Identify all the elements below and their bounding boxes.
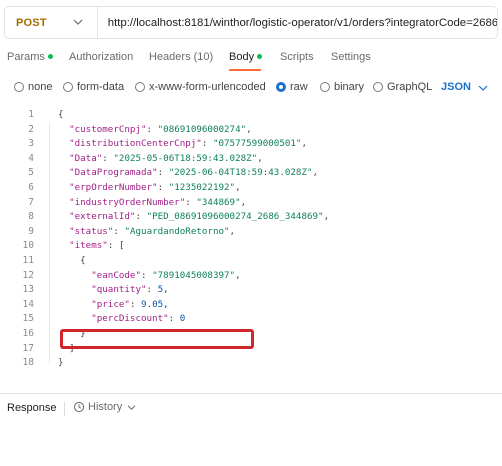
line-number: 11: [22, 254, 34, 266]
radio-form-data[interactable]: [63, 82, 73, 92]
line-number: 3: [28, 138, 34, 150]
line-number: 18: [22, 357, 34, 369]
radio-raw[interactable]: [276, 82, 286, 92]
body-option-raw[interactable]: raw: [276, 81, 308, 93]
body-option-graphql-label: GraphQL: [387, 81, 433, 93]
line-number: 8: [28, 211, 34, 223]
body-option-graphql[interactable]: GraphQL: [373, 81, 432, 93]
line-number: 14: [22, 298, 34, 310]
body-option-urlencoded[interactable]: x-www-form-urlencoded: [135, 81, 266, 93]
code-line[interactable]: "industryOrderNumber": "344869",: [58, 196, 498, 211]
body-option-binary[interactable]: binary: [320, 81, 364, 93]
history-label: History: [88, 401, 123, 413]
request-bar: POST http://localhost:8181/winthor/logis…: [4, 6, 498, 39]
format-select[interactable]: JSON: [441, 81, 471, 93]
request-tabs: Params Authorization Headers (10) Body S…: [0, 48, 502, 71]
body-option-none-label: none: [28, 81, 53, 93]
tab-headers[interactable]: Headers (10): [149, 51, 213, 63]
chevron-down-icon: [127, 404, 136, 410]
code-line[interactable]: "status": "AguardandoRetorno",: [58, 225, 498, 240]
tab-authorization-label: Authorization: [69, 51, 134, 63]
code-line[interactable]: "distributionCenterCnpj": "0757759900050…: [58, 137, 498, 152]
body-option-raw-label: raw: [290, 81, 308, 93]
tab-params-label: Params: [7, 51, 45, 63]
line-number: 6: [28, 181, 34, 193]
code-line[interactable]: "price": 9.05,: [58, 298, 498, 313]
response-bar: Response History: [0, 398, 502, 420]
radio-graphql[interactable]: [373, 82, 383, 92]
line-number: 13: [22, 284, 34, 296]
tab-headers-count: (10): [193, 51, 214, 63]
panel-divider: [0, 393, 502, 394]
tab-settings[interactable]: Settings: [331, 51, 371, 63]
line-number: 1: [28, 109, 34, 120]
method-label: POST: [16, 16, 47, 29]
body-option-binary-label: binary: [334, 81, 364, 93]
line-number-gutter: 1 2 3 4 5 6 7 8 9 10 11 12 13 14 15 16 17 18: [0, 108, 36, 371]
params-indicator-dot: [47, 53, 53, 59]
body-option-urlencoded-label: x-www-form-urlencoded: [149, 81, 266, 93]
code-line[interactable]: {: [58, 254, 498, 269]
line-number: 12: [22, 269, 34, 281]
code-line[interactable]: "percDiscount": 0: [58, 312, 498, 327]
tab-scripts-label: Scripts: [280, 51, 314, 63]
radio-binary[interactable]: [320, 82, 330, 92]
fold-guide: [49, 123, 50, 363]
line-number: 7: [28, 196, 34, 208]
code-line[interactable]: "Data": "2025-05-06T18:59:43.028Z",: [58, 152, 498, 167]
tab-authorization[interactable]: Authorization: [69, 51, 133, 63]
line-number: 5: [28, 167, 34, 179]
history-button[interactable]: History: [73, 401, 139, 413]
body-option-form-data[interactable]: form-data: [63, 81, 124, 93]
response-separator: [64, 402, 65, 416]
line-number: 15: [22, 313, 34, 325]
tab-body[interactable]: Body: [229, 51, 263, 63]
line-number: 9: [28, 225, 34, 237]
tab-params[interactable]: Params: [7, 51, 53, 63]
tab-body-label: Body: [229, 51, 255, 63]
tab-settings-label: Settings: [331, 51, 371, 63]
highlight-annotation: [60, 329, 254, 349]
chevron-down-icon[interactable]: [478, 84, 488, 92]
line-number: 16: [22, 327, 34, 339]
tab-scripts[interactable]: Scripts: [280, 51, 314, 63]
body-indicator-dot: [257, 53, 263, 59]
body-type-options: none form-data x-www-form-urlencoded raw…: [0, 78, 502, 98]
line-number: 2: [28, 123, 34, 135]
line-number: 10: [22, 240, 34, 252]
body-option-form-data-label: form-data: [77, 81, 125, 93]
body-option-none[interactable]: none: [14, 81, 52, 93]
code-line[interactable]: {: [58, 108, 498, 123]
tab-headers-label: Headers: [149, 51, 191, 63]
code-line[interactable]: "customerCnpj": "08691096000274",: [58, 123, 498, 138]
code-editor[interactable]: 1 2 3 4 5 6 7 8 9 10 11 12 13 14 15 16 17 18 { "customerC…: [0, 108, 502, 378]
response-title: Response: [7, 402, 57, 414]
method-select[interactable]: POST: [5, 7, 98, 38]
line-number: 17: [22, 342, 34, 354]
code-line[interactable]: "items": [: [58, 239, 498, 254]
radio-urlencoded[interactable]: [135, 82, 145, 92]
code-line[interactable]: "erpOrderNumber": "1235022192",: [58, 181, 498, 196]
code-line[interactable]: "eanCode": "7891045008397",: [58, 269, 498, 284]
code-line[interactable]: "DataProgramada": "2025-06-04T18:59:43.0…: [58, 166, 498, 181]
chevron-down-icon: [73, 19, 83, 25]
line-number: 4: [28, 152, 34, 164]
active-tab-underline: [229, 69, 261, 71]
history-icon: [73, 401, 85, 413]
code-line[interactable]: }: [58, 356, 498, 371]
code-line[interactable]: "quantity": 5,: [58, 283, 498, 298]
url-input[interactable]: http://localhost:8181/winthor/logistic-o…: [98, 17, 497, 29]
code-line[interactable]: "externalId": "PED_08691096000274_2686_3…: [58, 210, 498, 225]
radio-none[interactable]: [14, 82, 24, 92]
